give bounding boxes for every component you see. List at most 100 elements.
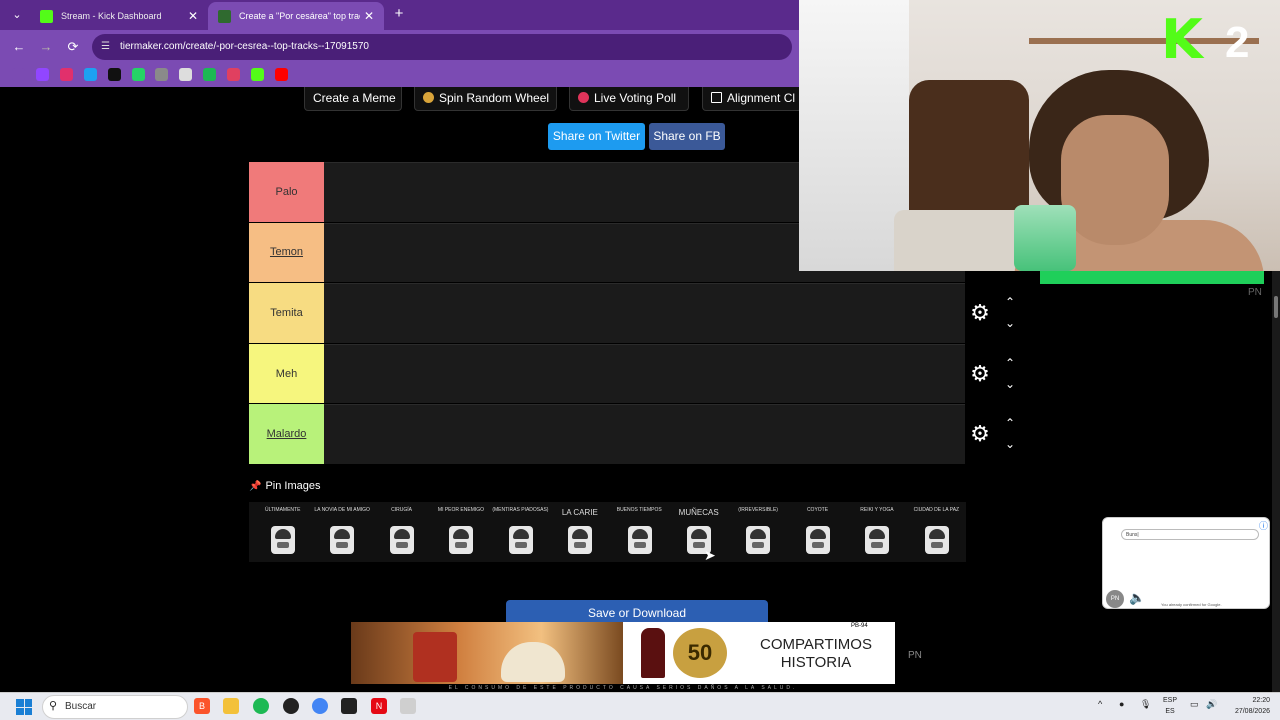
track-cover-thumbnail <box>805 526 830 554</box>
chrome-icon[interactable] <box>179 68 193 81</box>
track-image[interactable]: REIKI Y YOGA <box>847 502 906 562</box>
spotify-taskbar-icon[interactable] <box>253 698 269 714</box>
liquor-ad-banner[interactable]: 50 COMPARTIMOS HISTORIA PB-94 <box>351 622 895 684</box>
windows-start-icon[interactable] <box>16 699 32 715</box>
move-up-icon[interactable]: ⌃ <box>1003 357 1017 369</box>
move-down-icon[interactable]: ⌄ <box>1003 438 1017 450</box>
close-tab-icon[interactable]: ✕ <box>188 9 198 23</box>
live-poll-label: Live Voting Poll <box>594 91 677 105</box>
reload-button[interactable]: ⟳ <box>64 38 82 56</box>
kick-logo-number: 2 <box>1225 18 1250 67</box>
move-down-icon[interactable]: ⌄ <box>1003 378 1017 390</box>
taskbar-search-placeholder: Buscar <box>65 701 97 712</box>
taskbar-search-input[interactable]: ⚲ Buscar <box>42 695 188 719</box>
track-image[interactable]: LA NOVIA DE MI AMIGO <box>312 502 371 562</box>
tab-tiermaker[interactable]: Create a "Por cesárea" top tracks Ti ✕ <box>208 2 384 30</box>
twitter-icon[interactable] <box>83 68 97 81</box>
track-image[interactable]: (MENTIRAS PIADOSAS) <box>491 502 550 562</box>
obs-icon[interactable] <box>283 698 299 714</box>
folder-icon[interactable] <box>223 698 239 714</box>
track-image[interactable]: MI PEOR ENEMIGO <box>431 502 490 562</box>
tier-label[interactable]: Meh <box>249 343 324 404</box>
media-icon[interactable] <box>227 68 241 81</box>
youtube-icon[interactable] <box>274 68 288 81</box>
search-icon: ⚲ <box>49 700 58 712</box>
tier-drop-zone[interactable] <box>324 283 965 343</box>
gear-icon[interactable]: ⚙ <box>969 423 991 445</box>
tier-controls: ⚙ ⌃ ⌄ <box>965 404 1025 464</box>
ad-bottle <box>641 628 665 678</box>
track-image[interactable]: CIRUGÍA <box>372 502 431 562</box>
live-poll-button[interactable]: Live Voting Poll <box>569 87 689 111</box>
tier-label[interactable]: Malardo <box>249 404 324 464</box>
tab-list-dropdown-icon[interactable]: ⌄ <box>8 6 26 24</box>
scrollbar-thumb[interactable] <box>1274 296 1278 318</box>
move-down-icon[interactable]: ⌄ <box>1003 317 1017 329</box>
app-icon[interactable] <box>400 698 416 714</box>
twitch-icon[interactable] <box>35 68 49 81</box>
brave-icon[interactable]: B <box>194 698 210 714</box>
webcam-window-light <box>799 0 909 271</box>
terminal-icon[interactable] <box>341 698 357 714</box>
move-up-icon[interactable]: ⌃ <box>1003 296 1017 308</box>
spotify-icon[interactable] <box>203 68 217 81</box>
speaker-icon[interactable]: 🔊 <box>1206 699 1217 710</box>
new-tab-button[interactable]: + <box>390 5 408 23</box>
apps-grid-icon[interactable] <box>12 68 25 81</box>
ad-tag: PB-94 <box>851 623 868 629</box>
track-image[interactable]: COYOTE <box>788 502 847 562</box>
track-image[interactable]: MUÑECAS <box>669 502 728 562</box>
tiktok-icon[interactable] <box>107 68 121 81</box>
whatsapp-icon[interactable] <box>131 68 145 81</box>
gear-icon[interactable]: ⚙ <box>969 362 991 385</box>
mini-search-input[interactable]: Buns| <box>1121 529 1259 540</box>
track-image[interactable]: BUENOS TIEMPOS <box>610 502 669 562</box>
mini-pn-avatar: PN <box>1106 590 1124 608</box>
create-meme-button[interactable]: Create a Meme <box>304 87 402 111</box>
clock-time: 22:20 <box>1252 697 1270 704</box>
save-download-button[interactable]: Save or Download <box>506 600 768 622</box>
tier-row: Malardo ⚙ ⌃ ⌄ <box>249 404 1025 465</box>
close-tab-icon[interactable]: ✕ <box>364 9 374 23</box>
tier-drop-zone[interactable] <box>324 343 965 404</box>
tray-app-icon[interactable]: ● <box>1119 699 1124 709</box>
kick-icon[interactable] <box>251 68 264 81</box>
green-overlay-bar <box>1040 271 1264 284</box>
pin-images-label[interactable]: 📌 Pin Images <box>249 480 320 492</box>
tier-drop-zone[interactable] <box>324 404 965 464</box>
track-image[interactable]: ÚLTIMAMENTE <box>253 502 312 562</box>
share-fb-button[interactable]: Share on FB <box>649 123 725 150</box>
tier-label[interactable]: Temon <box>249 222 324 283</box>
move-up-icon[interactable]: ⌃ <box>1003 417 1017 429</box>
volume-icon[interactable]: 🔈 <box>1129 590 1145 606</box>
track-image[interactable]: LA CARIE <box>550 502 609 562</box>
instagram-icon[interactable] <box>59 68 73 81</box>
taskbar-clock[interactable]: 22:20 27/08/2026 <box>1222 695 1270 717</box>
alignment-chart-label: Alignment Cl <box>727 91 796 105</box>
back-button[interactable]: ← <box>10 38 28 56</box>
track-image[interactable]: CIUDAD DE LA PAZ <box>907 502 966 562</box>
network-icon[interactable]: ▭ <box>1190 699 1199 710</box>
tier-label[interactable]: Temita <box>249 283 324 343</box>
tab-kick-dashboard[interactable]: Stream - Kick Dashboard ✕ <box>30 2 208 30</box>
site-info-icon[interactable]: ☰ <box>101 34 110 60</box>
forward-button[interactable]: → <box>37 38 55 56</box>
tier-label[interactable]: Palo <box>249 162 324 222</box>
language-indicator[interactable]: ESP ES <box>1160 695 1180 717</box>
netflix-icon[interactable]: N <box>371 698 387 714</box>
share-twitter-button[interactable]: Share on Twitter <box>548 123 645 150</box>
ad-glass-red <box>413 632 457 682</box>
wheel-icon <box>423 92 434 103</box>
track-image[interactable]: (IRREVERSIBLE) <box>728 502 787 562</box>
alignment-chart-button[interactable]: Alignment Cl <box>702 87 802 111</box>
gear-icon[interactable]: ⚙ <box>969 302 991 324</box>
spin-wheel-button[interactable]: Spin Random Wheel <box>414 87 557 111</box>
tray-chevron-icon[interactable]: ^ <box>1098 699 1102 709</box>
track-cover-thumbnail <box>508 526 533 554</box>
mic-icon[interactable]: 🎙 <box>1140 699 1151 710</box>
mini-close-icon[interactable]: ⓘ <box>1259 519 1268 532</box>
url-input[interactable]: ☰ tiermaker.com/create/-por-cesrea--top-… <box>92 34 792 60</box>
chrome-taskbar-icon[interactable] <box>312 698 328 714</box>
mini-browser-widget[interactable]: ⓘ Buns| PN 🔈 You already confirmed for G… <box>1102 517 1270 609</box>
gamepad-icon[interactable] <box>155 68 169 81</box>
